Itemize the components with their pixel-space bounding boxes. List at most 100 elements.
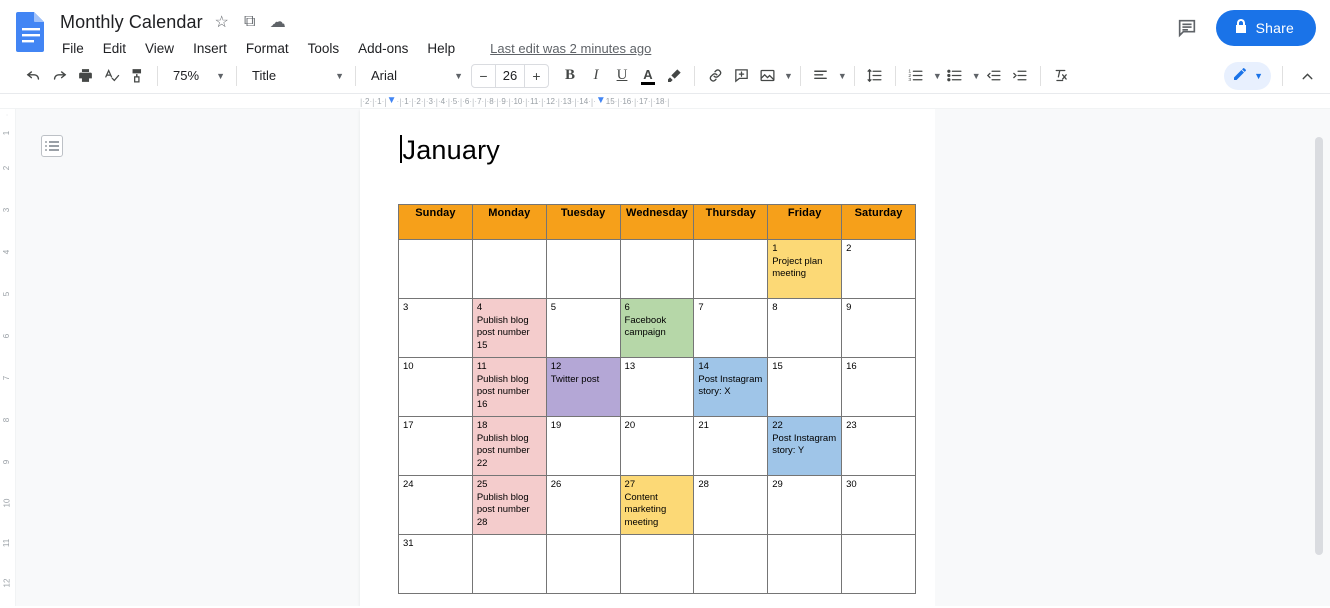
insert-image-icon[interactable] [754, 63, 780, 89]
clear-formatting-icon[interactable] [1048, 63, 1074, 89]
calendar-day-cell[interactable] [471, 239, 547, 299]
calendar-day-cell[interactable]: 21 [693, 416, 769, 476]
underline-button[interactable]: U [609, 63, 635, 89]
left-indent-marker[interactable]: ▼ [387, 95, 397, 106]
menu-format[interactable]: Format [244, 40, 291, 57]
line-spacing-icon[interactable] [862, 63, 888, 89]
calendar-day-cell[interactable]: 3 [398, 298, 473, 358]
calendar-day-cell[interactable]: 24 [398, 475, 473, 535]
horizontal-ruler[interactable]: | · 2 · | · 1 · | ▼ · | · 1 · | · 2 · | · 3 · | · 4 … [0, 94, 1330, 109]
calendar-day-cell[interactable]: 16 [841, 357, 916, 417]
numbered-list-icon[interactable]: 1 23 [903, 63, 929, 89]
calendar-day-cell[interactable]: 30 [841, 475, 916, 535]
chevron-down-icon[interactable]: ▼ [784, 71, 793, 81]
comment-history-icon[interactable] [1176, 17, 1198, 39]
page-title[interactable]: Monthly Calendar [60, 12, 203, 33]
calendar-day-cell[interactable]: 7 [693, 298, 769, 358]
font-size-stepper[interactable]: − 26 + [471, 63, 549, 88]
cloud-saved-icon[interactable]: ☁ [269, 13, 287, 31]
calendar-day-cell[interactable] [619, 239, 695, 299]
calendar-day-cell[interactable]: 20 [619, 416, 695, 476]
calendar-day-cell[interactable]: 5 [545, 298, 621, 358]
calendar-day-cell[interactable]: 29 [767, 475, 843, 535]
paragraph-style-dropdown[interactable]: Title ▼ [244, 63, 348, 89]
insert-link-icon[interactable] [702, 63, 728, 89]
calendar-day-cell[interactable]: 4 Publish blog post number 15 [471, 298, 547, 358]
calendar-day-cell[interactable]: 15 [767, 357, 843, 417]
chevron-down-icon[interactable]: ▼ [933, 71, 942, 81]
increase-indent-icon[interactable] [1007, 63, 1033, 89]
zoom-level-dropdown[interactable]: 75% ▼ [165, 63, 229, 89]
calendar-day-cell[interactable]: 23 [841, 416, 916, 476]
star-icon[interactable]: ☆ [213, 13, 231, 31]
calendar-day-cell[interactable]: 17 [398, 416, 473, 476]
print-icon[interactable] [72, 63, 98, 89]
document-heading[interactable]: January [398, 131, 895, 166]
menu-addons[interactable]: Add-ons [356, 40, 410, 57]
font-size-decrease-button[interactable]: − [472, 65, 495, 87]
calendar-day-cell[interactable]: 1 Project plan meeting [767, 239, 843, 299]
calendar-table[interactable]: Sunday Monday Tuesday Wednesday Thursday… [398, 204, 916, 594]
bold-button[interactable]: B [557, 63, 583, 89]
calendar-day-cell[interactable]: 28 [693, 475, 769, 535]
share-button[interactable]: Share [1215, 10, 1316, 46]
calendar-day-cell[interactable]: 8 [767, 298, 843, 358]
calendar-day-cell[interactable]: 10 [398, 357, 473, 417]
bulleted-list-icon[interactable] [942, 63, 968, 89]
calendar-day-cell[interactable]: 25 Publish blog post number 28 [471, 475, 547, 535]
add-comment-icon[interactable] [728, 63, 754, 89]
menu-help[interactable]: Help [425, 40, 457, 57]
calendar-day-cell[interactable] [619, 534, 695, 594]
menu-file[interactable]: File [60, 40, 86, 57]
last-edit-status[interactable]: Last edit was 2 minutes ago [490, 41, 651, 56]
paint-format-icon[interactable] [124, 63, 150, 89]
menu-insert[interactable]: Insert [191, 40, 229, 57]
undo-icon[interactable] [20, 63, 46, 89]
move-to-folder-icon[interactable]: ⧉ [241, 13, 259, 31]
calendar-day-cell[interactable] [767, 534, 843, 594]
calendar-day-cell[interactable]: 27 Content marketing meeting [619, 475, 695, 535]
calendar-day-cell[interactable] [841, 534, 916, 594]
menu-view[interactable]: View [143, 40, 176, 57]
calendar-day-cell[interactable] [471, 534, 547, 594]
calendar-day-cell[interactable]: 9 [841, 298, 916, 358]
decrease-indent-icon[interactable] [981, 63, 1007, 89]
chevron-down-icon[interactable]: ▼ [972, 71, 981, 81]
calendar-day-cell[interactable]: 26 [545, 475, 621, 535]
calendar-day-cell[interactable]: 19 [545, 416, 621, 476]
font-size-input[interactable]: 26 [495, 64, 525, 87]
font-family-dropdown[interactable]: Arial ▼ [363, 63, 467, 89]
calendar-day-cell[interactable]: 11 Publish blog post number 16 [471, 357, 547, 417]
spellcheck-icon[interactable] [98, 63, 124, 89]
menu-tools[interactable]: Tools [306, 40, 342, 57]
italic-button[interactable]: I [583, 63, 609, 89]
calendar-day-cell[interactable]: 22 Post Instagram story: Y [767, 416, 843, 476]
collapse-toolbar-icon[interactable] [1294, 63, 1320, 89]
menu-edit[interactable]: Edit [101, 40, 128, 57]
vertical-scrollbar[interactable] [1315, 137, 1323, 555]
redo-icon[interactable] [46, 63, 72, 89]
text-color-button[interactable]: A [635, 63, 661, 89]
calendar-day-cell[interactable] [545, 239, 621, 299]
align-icon[interactable] [808, 63, 834, 89]
vertical-ruler[interactable]: · 1 2 3 4 5 6 7 8 9 10 11 12 13 14 15 16… [0, 109, 16, 606]
editing-mode-button[interactable]: ▼ [1224, 62, 1271, 90]
calendar-day-cell[interactable]: 13 [619, 357, 695, 417]
calendar-day-cell[interactable]: 12 Twitter post [545, 357, 621, 417]
calendar-day-cell[interactable]: 6 Facebook campaign [619, 298, 695, 358]
font-size-increase-button[interactable]: + [525, 65, 548, 87]
calendar-day-cell[interactable]: 14 Post Instagram story: X [693, 357, 769, 417]
document-page[interactable]: January Sunday Monday Tuesday Wednesday … [360, 109, 935, 606]
calendar-day-number: 7 [698, 302, 704, 313]
calendar-day-cell[interactable] [398, 239, 473, 299]
calendar-day-cell[interactable] [545, 534, 621, 594]
right-indent-marker[interactable]: ▼ [596, 95, 606, 106]
calendar-day-cell[interactable]: 18 Publish blog post number 22 [471, 416, 547, 476]
document-outline-icon[interactable] [41, 135, 63, 157]
calendar-day-cell[interactable] [693, 534, 769, 594]
calendar-day-cell[interactable]: 31 [398, 534, 473, 594]
calendar-day-cell[interactable]: 2 [841, 239, 916, 299]
calendar-day-cell[interactable] [693, 239, 769, 299]
chevron-down-icon[interactable]: ▼ [838, 71, 847, 81]
highlight-color-icon[interactable] [661, 63, 687, 89]
